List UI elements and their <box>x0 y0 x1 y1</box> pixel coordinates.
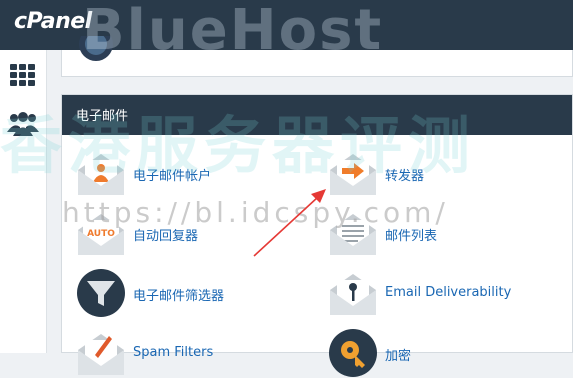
section-header: 电子邮件 <box>62 95 572 135</box>
sidebar <box>0 50 47 353</box>
users-icon[interactable] <box>7 110 39 138</box>
email-deliverability-icon <box>330 274 376 315</box>
mailing-list-icon <box>330 214 376 255</box>
grid-icon[interactable] <box>7 62 39 90</box>
item-label: 电子邮件筛选器 <box>133 289 225 304</box>
top-panel <box>61 27 573 77</box>
encryption-icon <box>329 329 377 377</box>
item-label: 电子邮件帐户 <box>133 169 212 184</box>
email-section: 电子邮件 电子邮件帐户 转发器 AUTO 自动回复器 邮件列表 电子邮件筛选器 … <box>61 94 573 377</box>
email-account-icon <box>78 154 124 195</box>
item-label: 自动回复器 <box>133 229 199 244</box>
autoresponder-icon: AUTO <box>78 214 124 255</box>
item-label: 邮件列表 <box>385 229 438 244</box>
item-label: 加密 <box>385 349 412 364</box>
item-label: 转发器 <box>385 169 425 184</box>
forwarder-icon <box>330 154 376 195</box>
auto-badge: AUTO <box>87 229 115 239</box>
cpanel-logo[interactable]: cPanel <box>14 9 92 34</box>
section-title: 电子邮件 <box>76 109 129 124</box>
email-filter-icon <box>77 269 125 317</box>
avatar <box>76 27 116 70</box>
spam-filter-icon <box>78 334 124 375</box>
item-label: Email Deliverability <box>385 285 512 300</box>
